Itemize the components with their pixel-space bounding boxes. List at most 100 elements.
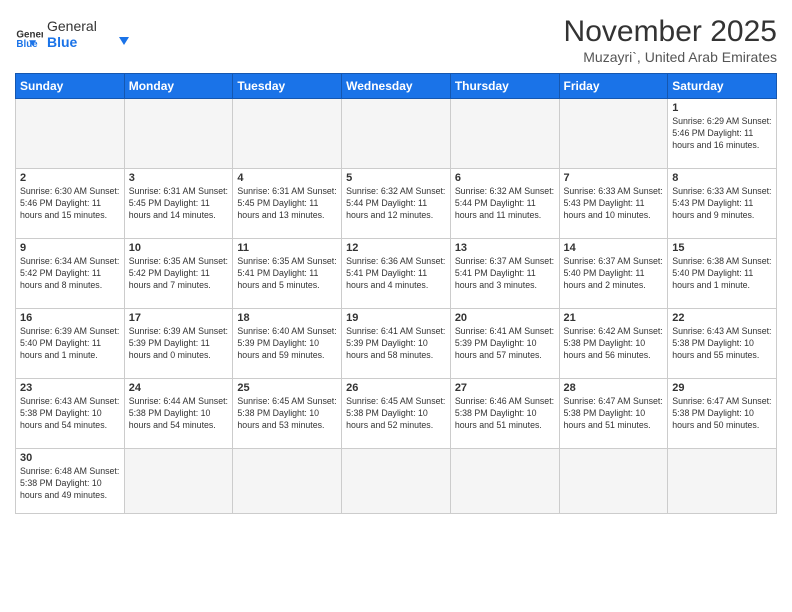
table-row [668, 449, 777, 514]
day-info: Sunrise: 6:35 AM Sunset: 5:41 PM Dayligh… [237, 256, 337, 292]
table-row: 5 Sunrise: 6:32 AM Sunset: 5:44 PM Daylig… [342, 169, 451, 239]
table-row [16, 99, 125, 169]
table-row: 23 Sunrise: 6:43 AM Sunset: 5:38 PM Dayli… [16, 379, 125, 449]
day-info: Sunrise: 6:31 AM Sunset: 5:45 PM Dayligh… [237, 186, 337, 222]
svg-text:Blue: Blue [16, 39, 38, 50]
day-number: 20 [455, 312, 555, 324]
logo-icon: General Blue [15, 22, 43, 50]
day-number: 23 [20, 382, 120, 394]
day-info: Sunrise: 6:41 AM Sunset: 5:39 PM Dayligh… [455, 326, 555, 362]
day-number: 18 [237, 312, 337, 324]
logo-text: General Blue [47, 15, 137, 56]
day-info: Sunrise: 6:33 AM Sunset: 5:43 PM Dayligh… [564, 186, 664, 222]
table-row [124, 449, 233, 514]
day-number: 25 [237, 382, 337, 394]
day-info: Sunrise: 6:45 AM Sunset: 5:38 PM Dayligh… [346, 396, 446, 432]
table-row: 8 Sunrise: 6:33 AM Sunset: 5:43 PM Daylig… [668, 169, 777, 239]
table-row: 21 Sunrise: 6:42 AM Sunset: 5:38 PM Dayli… [559, 309, 668, 379]
table-row [124, 99, 233, 169]
day-number: 7 [564, 172, 664, 184]
day-number: 4 [237, 172, 337, 184]
day-number: 28 [564, 382, 664, 394]
table-row: 3Sunrise: 6:31 AM Sunset: 5:45 PM Daylig… [124, 169, 233, 239]
table-row: 30Sunrise: 6:48 AM Sunset: 5:38 PM Dayli… [16, 449, 125, 514]
day-info: Sunrise: 6:43 AM Sunset: 5:38 PM Dayligh… [672, 326, 772, 362]
table-row: 27Sunrise: 6:46 AM Sunset: 5:38 PM Dayli… [450, 379, 559, 449]
day-info: Sunrise: 6:32 AM Sunset: 5:44 PM Dayligh… [346, 186, 446, 222]
day-number: 2 [20, 172, 120, 184]
table-row: 11 Sunrise: 6:35 AM Sunset: 5:41 PM Dayli… [233, 239, 342, 309]
day-number: 17 [129, 312, 229, 324]
day-number: 19 [346, 312, 446, 324]
header-saturday: Saturday [668, 74, 777, 99]
day-info: Sunrise: 6:37 AM Sunset: 5:41 PM Dayligh… [455, 256, 555, 292]
header-sunday: Sunday [16, 74, 125, 99]
page: General Blue General Blue November 2025 … [0, 0, 792, 612]
header-tuesday: Tuesday [233, 74, 342, 99]
day-number: 14 [564, 242, 664, 254]
table-row: 9 Sunrise: 6:34 AM Sunset: 5:42 PM Daylig… [16, 239, 125, 309]
day-number: 16 [20, 312, 120, 324]
location: Muzayri`, United Arab Emirates [564, 49, 777, 65]
table-row: 7 Sunrise: 6:33 AM Sunset: 5:43 PM Daylig… [559, 169, 668, 239]
day-number: 6 [455, 172, 555, 184]
day-number: 5 [346, 172, 446, 184]
table-row: 2 Sunrise: 6:30 AM Sunset: 5:46 PM Daylig… [16, 169, 125, 239]
table-row [342, 99, 451, 169]
table-row [233, 449, 342, 514]
day-info: Sunrise: 6:36 AM Sunset: 5:41 PM Dayligh… [346, 256, 446, 292]
header-friday: Friday [559, 74, 668, 99]
day-number: 29 [672, 382, 772, 394]
table-row: 16Sunrise: 6:39 AM Sunset: 5:40 PM Dayli… [16, 309, 125, 379]
day-number: 3 [129, 172, 229, 184]
day-info: Sunrise: 6:29 AM Sunset: 5:46 PM Dayligh… [672, 116, 772, 152]
table-row: 28 Sunrise: 6:47 AM Sunset: 5:38 PM Dayli… [559, 379, 668, 449]
table-row: 15 Sunrise: 6:38 AM Sunset: 5:40 PM Dayli… [668, 239, 777, 309]
day-number: 10 [129, 242, 229, 254]
day-number: 12 [346, 242, 446, 254]
day-number: 9 [20, 242, 120, 254]
day-number: 11 [237, 242, 337, 254]
day-number: 27 [455, 382, 555, 394]
day-info: Sunrise: 6:30 AM Sunset: 5:46 PM Dayligh… [20, 186, 120, 222]
day-info: Sunrise: 6:39 AM Sunset: 5:39 PM Dayligh… [129, 326, 229, 362]
day-number: 26 [346, 382, 446, 394]
day-number: 24 [129, 382, 229, 394]
table-row [342, 449, 451, 514]
day-info: Sunrise: 6:45 AM Sunset: 5:38 PM Dayligh… [237, 396, 337, 432]
day-info: Sunrise: 6:42 AM Sunset: 5:38 PM Dayligh… [564, 326, 664, 362]
day-number: 13 [455, 242, 555, 254]
calendar: Sunday Monday Tuesday Wednesday Thursday… [15, 73, 777, 514]
day-info: Sunrise: 6:48 AM Sunset: 5:38 PM Dayligh… [20, 466, 120, 502]
day-number: 22 [672, 312, 772, 324]
table-row: 25 Sunrise: 6:45 AM Sunset: 5:38 PM Dayli… [233, 379, 342, 449]
table-row: 29 Sunrise: 6:47 AM Sunset: 5:38 PM Dayli… [668, 379, 777, 449]
day-info: Sunrise: 6:43 AM Sunset: 5:38 PM Dayligh… [20, 396, 120, 432]
calendar-header-row: Sunday Monday Tuesday Wednesday Thursday… [16, 74, 777, 99]
header-wednesday: Wednesday [342, 74, 451, 99]
table-row: 13 Sunrise: 6:37 AM Sunset: 5:41 PM Dayli… [450, 239, 559, 309]
table-row: 26 Sunrise: 6:45 AM Sunset: 5:38 PM Dayli… [342, 379, 451, 449]
day-info: Sunrise: 6:32 AM Sunset: 5:44 PM Dayligh… [455, 186, 555, 222]
table-row: 10Sunrise: 6:35 AM Sunset: 5:42 PM Dayli… [124, 239, 233, 309]
table-row: 4 Sunrise: 6:31 AM Sunset: 5:45 PM Daylig… [233, 169, 342, 239]
day-number: 21 [564, 312, 664, 324]
day-info: Sunrise: 6:40 AM Sunset: 5:39 PM Dayligh… [237, 326, 337, 362]
table-row [559, 99, 668, 169]
day-info: Sunrise: 6:38 AM Sunset: 5:40 PM Dayligh… [672, 256, 772, 292]
header-thursday: Thursday [450, 74, 559, 99]
day-number: 1 [672, 102, 772, 114]
table-row: 1 Sunrise: 6:29 AM Sunset: 5:46 PM Daylig… [668, 99, 777, 169]
day-info: Sunrise: 6:47 AM Sunset: 5:38 PM Dayligh… [564, 396, 664, 432]
table-row [233, 99, 342, 169]
table-row [450, 99, 559, 169]
day-info: Sunrise: 6:47 AM Sunset: 5:38 PM Dayligh… [672, 396, 772, 432]
day-number: 8 [672, 172, 772, 184]
day-info: Sunrise: 6:41 AM Sunset: 5:39 PM Dayligh… [346, 326, 446, 362]
day-info: Sunrise: 6:34 AM Sunset: 5:42 PM Dayligh… [20, 256, 120, 292]
day-number: 15 [672, 242, 772, 254]
table-row: 20 Sunrise: 6:41 AM Sunset: 5:39 PM Dayli… [450, 309, 559, 379]
header-monday: Monday [124, 74, 233, 99]
table-row: 14Sunrise: 6:37 AM Sunset: 5:40 PM Dayli… [559, 239, 668, 309]
day-info: Sunrise: 6:33 AM Sunset: 5:43 PM Dayligh… [672, 186, 772, 222]
